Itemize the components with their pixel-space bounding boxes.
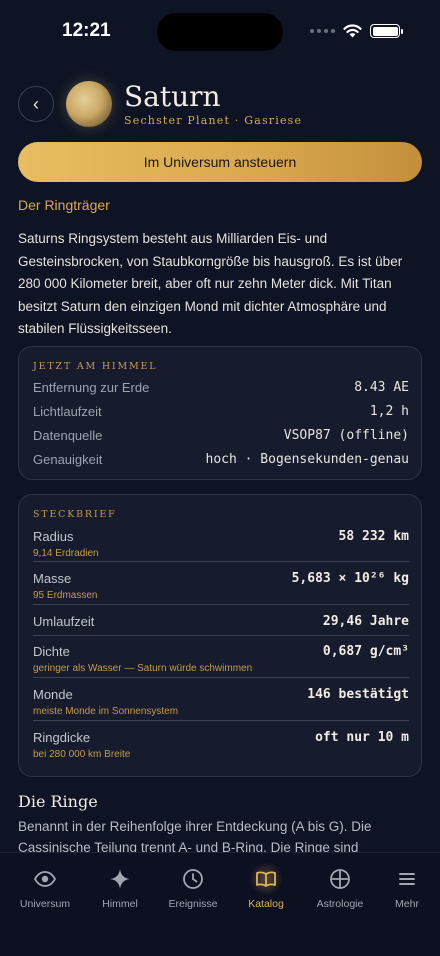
- card-title: JETZT AM HIMMEL: [33, 361, 158, 372]
- detail-header: ‹ Saturn Sechster Planet · Gasriese: [18, 80, 422, 130]
- row-value: VSOP87 (offline): [283, 428, 409, 443]
- row-label: Dichte: [33, 644, 70, 659]
- menu-icon: [399, 873, 415, 885]
- section-heading: Der Ringträger: [18, 197, 110, 213]
- chevron-left-icon: ‹: [33, 93, 39, 114]
- row-value: 1,2 h: [369, 404, 409, 419]
- divider: [33, 561, 409, 562]
- page-subtitle: Sechster Planet · Gasriese: [124, 114, 303, 127]
- row-note: geringer als Wasser — Saturn würde schwi…: [33, 663, 253, 674]
- row-value: 29,46 Jahre: [322, 614, 409, 629]
- clock-icon: [183, 869, 203, 889]
- wifi-icon: [343, 24, 362, 38]
- row-note: 9,14 Erdradien: [33, 548, 99, 559]
- profile-card: STECKBRIEF Radius 9,14 Erdradien 58 232 …: [18, 494, 422, 777]
- divider: [33, 677, 409, 678]
- tab-label: Astrologie: [316, 898, 364, 910]
- row-label: Radius: [33, 529, 74, 544]
- tab-label: Himmel: [102, 898, 138, 910]
- tab-label: Universum: [19, 898, 71, 910]
- tab-label: Katalog: [248, 898, 284, 910]
- row-label: Datenquelle: [33, 428, 103, 443]
- signal-icon: [310, 29, 335, 33]
- row-label: Genauigkeit: [33, 452, 103, 467]
- status-bar: 12:21: [0, 0, 440, 62]
- row-note: meiste Monde im Sonnensystem: [33, 706, 179, 717]
- row-value: hoch · Bogensekunden-genau: [205, 452, 410, 467]
- crosshair-icon: [330, 869, 350, 889]
- row-label: Umlaufzeit: [33, 614, 95, 629]
- sparkle-icon: [110, 869, 130, 889]
- row-label: Masse: [33, 571, 72, 586]
- row-label: Ringdicke: [33, 730, 91, 745]
- tab-label: Ereignisse: [168, 898, 218, 910]
- navigate-in-universe-button[interactable]: Im Universum ansteuern: [18, 142, 422, 182]
- tab-mehr[interactable]: Mehr: [372, 867, 440, 910]
- rings-text: Benannt in der Reihenfolge ihrer Entdeck…: [18, 819, 372, 852]
- tab-universum[interactable]: Universum: [10, 867, 80, 910]
- row-label: Lichtlaufzeit: [33, 404, 102, 419]
- card-title: STECKBRIEF: [33, 509, 117, 520]
- row-value: 0,687 g/cm³: [322, 644, 409, 659]
- row-value: 146 bestätigt: [307, 687, 409, 702]
- status-time: 12:21: [62, 20, 111, 41]
- dynamic-island: [157, 13, 283, 51]
- row-value: 8.43 AE: [354, 380, 409, 395]
- intro-text: Saturns Ringsystem besteht aus Milliarde…: [18, 231, 403, 336]
- tab-ereignisse[interactable]: Ereignisse: [158, 867, 228, 910]
- eye-icon: [33, 871, 57, 887]
- tab-himmel[interactable]: Himmel: [85, 867, 155, 910]
- tab-bar: Universum Himmel Ereignisse Katalog Astr…: [0, 852, 440, 956]
- divider: [33, 635, 409, 636]
- page-title: Saturn: [124, 80, 221, 113]
- divider: [33, 720, 409, 721]
- tab-astrologie[interactable]: Astrologie: [305, 867, 375, 910]
- sky-row-distance: Entfernung zur Erde 8.43 AE: [33, 380, 409, 404]
- tab-label: Mehr: [395, 898, 419, 910]
- sky-row-light-time: Lichtlaufzeit 1,2 h: [33, 404, 409, 428]
- row-value: 58 232 km: [338, 529, 409, 544]
- sky-now-card: JETZT AM HIMMEL Entfernung zur Erde 8.43…: [18, 346, 422, 480]
- back-button[interactable]: ‹: [18, 86, 54, 122]
- row-note: bei 280 000 km Breite: [33, 749, 131, 760]
- planet-avatar: [66, 81, 112, 127]
- divider: [33, 604, 409, 605]
- book-icon: [256, 871, 276, 887]
- status-icons: [310, 24, 403, 38]
- rings-heading: Die Ringe: [18, 792, 98, 811]
- row-value: oft nur 10 m: [315, 730, 409, 745]
- tab-katalog[interactable]: Katalog: [231, 862, 301, 910]
- row-label: Entfernung zur Erde: [33, 380, 150, 395]
- sky-row-data-source: Datenquelle VSOP87 (offline): [33, 428, 409, 452]
- row-value: 5,683 × 10²⁶ kg: [291, 571, 409, 586]
- sky-row-accuracy: Genauigkeit hoch · Bogensekunden-genau: [33, 452, 409, 476]
- battery-icon: [370, 24, 403, 38]
- row-note: 95 Erdmassen: [33, 590, 98, 601]
- row-label: Monde: [33, 687, 73, 702]
